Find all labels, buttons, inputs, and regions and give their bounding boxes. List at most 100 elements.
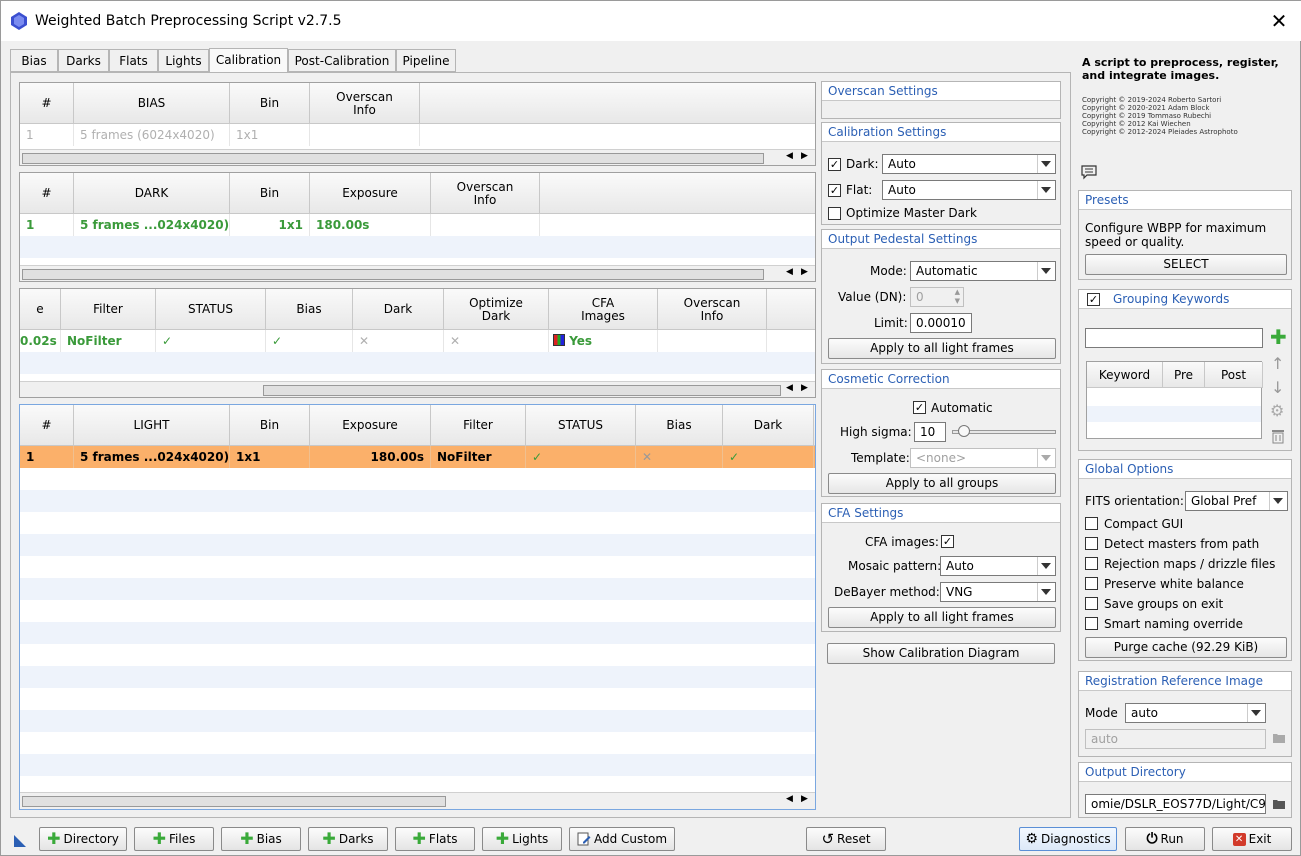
- flat-select[interactable]: Auto: [882, 180, 1056, 200]
- horizontal-scrollbar[interactable]: ◀ ▶: [20, 149, 815, 165]
- slider-handle[interactable]: [958, 425, 970, 437]
- output-directory-input[interactable]: omie/DSLR_EOS77D/Light/C9: [1085, 794, 1266, 814]
- add-directory-button[interactable]: ✚ Directory: [39, 827, 127, 851]
- col-header[interactable]: Exposure: [310, 173, 431, 214]
- table-row-selected[interactable]: 1 5 frames ...024x4020) 1x1 180.00s NoFi…: [20, 446, 815, 468]
- add-lights-button[interactable]: ✚ Lights: [482, 827, 562, 851]
- col-header[interactable]: #: [20, 83, 74, 124]
- scroll-right-icon[interactable]: ▶: [801, 267, 808, 277]
- col-header[interactable]: Pre: [1163, 362, 1205, 388]
- pedestal-limit-input[interactable]: 0.00010: [910, 313, 972, 333]
- grouping-checkbox[interactable]: ✓: [1087, 293, 1100, 306]
- folder-icon[interactable]: [1272, 798, 1286, 810]
- col-header[interactable]: STATUS: [156, 289, 266, 330]
- close-icon[interactable]: ✕: [1267, 9, 1291, 33]
- col-header[interactable]: Dark: [723, 405, 814, 446]
- purge-cache-button[interactable]: Purge cache (92.29 KiB): [1085, 637, 1287, 658]
- apply-pedestal-button[interactable]: Apply to all light frames: [828, 338, 1056, 359]
- debayer-select[interactable]: VNG: [940, 582, 1056, 602]
- reset-button[interactable]: ↺ Reset: [806, 827, 886, 851]
- add-flats-button[interactable]: ✚ Flats: [395, 827, 475, 851]
- col-header[interactable]: Keyword: [1087, 362, 1163, 388]
- cfa-images-checkbox[interactable]: ✓: [941, 535, 954, 548]
- horizontal-scrollbar[interactable]: ◀ ▶: [20, 381, 815, 397]
- smart-naming-checkbox[interactable]: [1085, 617, 1098, 630]
- col-header[interactable]: Dark: [353, 289, 444, 330]
- horizontal-scrollbar[interactable]: ◀ ▶: [20, 265, 815, 281]
- save-groups-checkbox[interactable]: [1085, 597, 1098, 610]
- col-header[interactable]: Optimize Dark: [444, 289, 549, 330]
- col-header[interactable]: Bin: [230, 173, 310, 214]
- template-select[interactable]: <none>: [910, 448, 1056, 468]
- automatic-checkbox[interactable]: ✓: [913, 401, 926, 414]
- scroll-left-icon[interactable]: ◀: [786, 151, 793, 161]
- run-button[interactable]: ⏻ Run: [1125, 827, 1205, 851]
- col-header[interactable]: Post: [1205, 362, 1263, 388]
- keyword-input[interactable]: [1085, 328, 1263, 348]
- high-sigma-input[interactable]: 10: [914, 422, 946, 442]
- preserve-white-balance-checkbox[interactable]: [1085, 577, 1098, 590]
- arrow-down-icon[interactable]: ↓: [1271, 378, 1284, 397]
- col-header[interactable]: Exposure: [310, 405, 431, 446]
- tab-lights[interactable]: Lights: [158, 49, 209, 72]
- col-header[interactable]: LIGHT: [74, 405, 230, 446]
- pedestal-value-spinbox[interactable]: 0 ▲ ▼: [910, 287, 964, 307]
- col-header[interactable]: CFA Images: [549, 289, 658, 330]
- scroll-right-icon[interactable]: ▶: [801, 151, 808, 161]
- col-header[interactable]: Overscan Info: [310, 83, 420, 124]
- tab-calibration[interactable]: Calibration: [209, 48, 288, 73]
- flat-checkbox[interactable]: ✓: [828, 184, 841, 197]
- col-header[interactable]: Filter: [431, 405, 526, 446]
- tab-bias[interactable]: Bias: [10, 49, 58, 72]
- pedestal-mode-select[interactable]: Automatic: [910, 261, 1056, 281]
- scroll-left-icon[interactable]: ◀: [786, 794, 793, 804]
- arrow-up-icon[interactable]: ↑: [1271, 354, 1284, 373]
- rejection-maps-checkbox[interactable]: [1085, 557, 1098, 570]
- optimize-dark-checkbox[interactable]: [828, 207, 841, 220]
- dark-checkbox[interactable]: ✓: [828, 158, 841, 171]
- col-header[interactable]: #: [20, 173, 74, 214]
- scroll-left-icon[interactable]: ◀: [786, 267, 793, 277]
- tab-darks[interactable]: Darks: [58, 49, 109, 72]
- add-bias-button[interactable]: ✚ Bias: [221, 827, 301, 851]
- scroll-left-icon[interactable]: ◀: [786, 383, 793, 393]
- group-title[interactable]: Overscan Settings: [822, 82, 1060, 101]
- scroll-thumb[interactable]: [22, 796, 446, 807]
- scroll-thumb[interactable]: [263, 385, 781, 396]
- exit-button[interactable]: ✕ Exit: [1212, 827, 1292, 851]
- col-header[interactable]: #: [20, 405, 74, 446]
- folder-icon[interactable]: [1272, 732, 1286, 744]
- col-header[interactable]: Bias: [266, 289, 353, 330]
- col-header[interactable]: DARK: [74, 173, 230, 214]
- apply-all-groups-button[interactable]: Apply to all groups: [828, 473, 1056, 494]
- horizontal-scrollbar[interactable]: ◀ ▶: [20, 792, 815, 809]
- col-header[interactable]: STATUS: [526, 405, 636, 446]
- add-custom-button[interactable]: Add Custom: [569, 827, 675, 851]
- table-row[interactable]: 0.02s NoFilter ✓ ✓ ✕ ✕ Yes: [20, 330, 815, 352]
- apply-cfa-button[interactable]: Apply to all light frames: [828, 607, 1056, 628]
- reference-image-field[interactable]: auto: [1085, 729, 1266, 749]
- col-header[interactable]: Bin: [230, 405, 310, 446]
- trash-icon[interactable]: [1271, 428, 1285, 444]
- fits-orientation-select[interactable]: Global Pref: [1185, 491, 1288, 511]
- registration-mode-select[interactable]: auto: [1125, 703, 1266, 723]
- show-calibration-diagram-button[interactable]: Show Calibration Diagram: [827, 643, 1055, 664]
- tab-pipeline[interactable]: Pipeline: [396, 49, 456, 72]
- mosaic-select[interactable]: Auto: [940, 556, 1056, 576]
- tab-post-calibration[interactable]: Post-Calibration: [288, 49, 396, 72]
- col-header[interactable]: Filter: [61, 289, 156, 330]
- diagnostics-button[interactable]: ⚙ Diagnostics: [1019, 827, 1117, 851]
- table-row[interactable]: 1 5 frames (6024x4020) 1x1: [20, 124, 815, 146]
- scroll-thumb[interactable]: [22, 153, 764, 164]
- col-header[interactable]: Overscan Info: [431, 173, 540, 214]
- add-files-button[interactable]: ✚ Files: [134, 827, 214, 851]
- scroll-thumb[interactable]: [22, 269, 764, 280]
- tab-flats[interactable]: Flats: [109, 49, 158, 72]
- col-header[interactable]: Bin: [230, 83, 310, 124]
- table-row[interactable]: 1 5 frames ...024x4020) 1x1 180.00s: [20, 214, 815, 236]
- col-header[interactable]: BIAS: [74, 83, 230, 124]
- col-header[interactable]: Bias: [636, 405, 723, 446]
- detect-masters-checkbox[interactable]: [1085, 537, 1098, 550]
- gear-icon[interactable]: ⚙: [1270, 401, 1284, 420]
- add-keyword-icon[interactable]: ✚: [1270, 327, 1287, 347]
